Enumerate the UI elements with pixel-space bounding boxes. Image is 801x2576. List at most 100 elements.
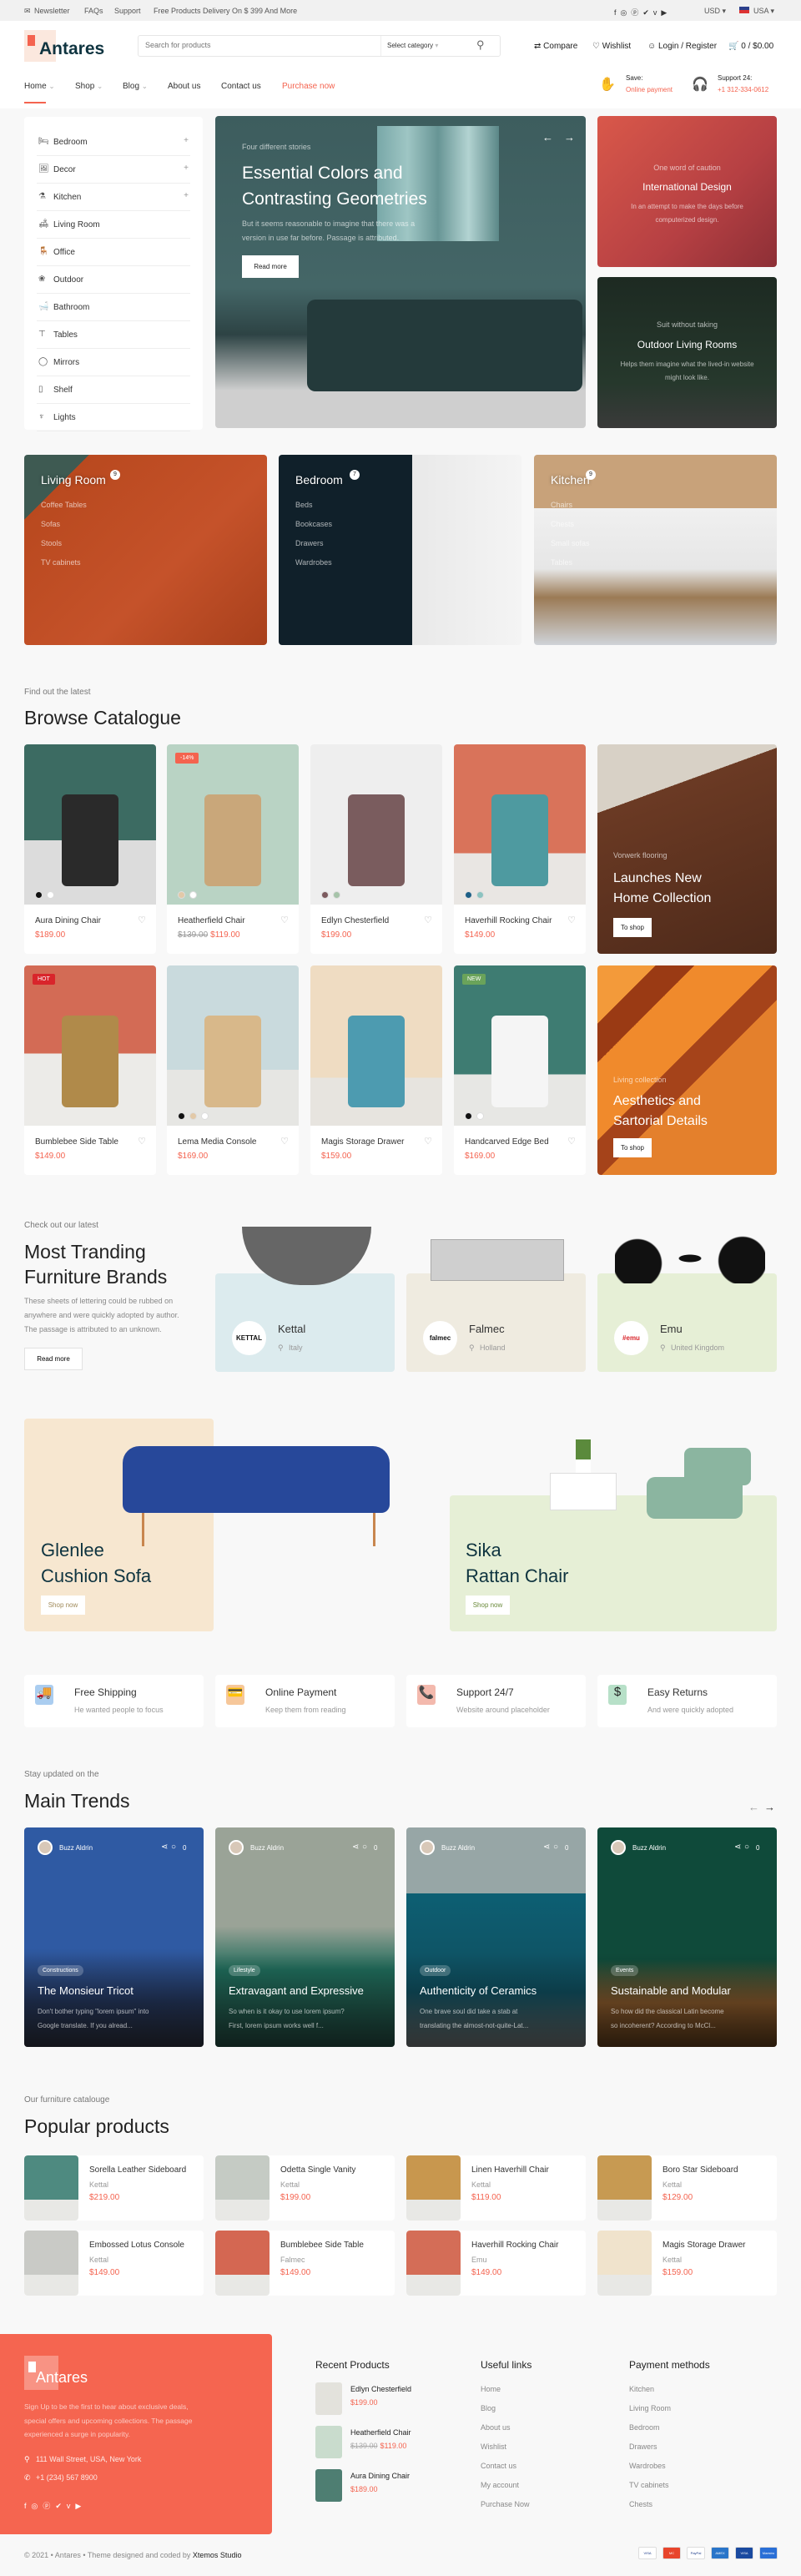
shop-now-button[interactable]: Shop now xyxy=(41,1596,85,1615)
shop-now-button[interactable]: Shop now xyxy=(466,1596,510,1615)
tile-link[interactable]: Small sofas xyxy=(551,539,590,547)
nav-shop[interactable]: Shop ⌄ xyxy=(75,82,103,91)
tile-link[interactable]: Chairs xyxy=(551,501,572,509)
color-swatch[interactable] xyxy=(189,891,197,899)
footer-social-icons[interactable]: f◎ⓟ✔v▶ xyxy=(24,2500,86,2511)
to-shop-button[interactable]: To shop xyxy=(613,1138,652,1157)
category-tile-bedroom[interactable]: Bedroom 7 Beds Bookcases Drawers Wardrobes xyxy=(279,455,521,645)
recent-product-name[interactable]: Heatherfield Chair xyxy=(350,2428,411,2437)
post-tag[interactable]: Outdoor xyxy=(420,1965,451,1976)
side-banner-international[interactable]: One word of caution International Design… xyxy=(597,116,777,267)
post-author[interactable]: Buzz Aldrin xyxy=(632,1844,666,1852)
color-swatch[interactable] xyxy=(321,891,329,899)
trends-next-icon[interactable]: → xyxy=(764,1801,775,1813)
comment-icon[interactable]: ○ xyxy=(362,1843,367,1852)
footer-link[interactable]: Contact us xyxy=(481,2462,516,2470)
footer-category-link[interactable]: Drawers xyxy=(629,2442,657,2451)
color-swatch[interactable] xyxy=(333,891,340,899)
sidebar-item-outdoor[interactable]: ❀ Outdoor xyxy=(37,266,190,294)
tile-link[interactable]: Coffee Tables xyxy=(41,501,87,509)
color-swatch[interactable] xyxy=(201,1112,209,1120)
popular-product[interactable]: Linen Haverhill Chair Kettal $119.00 xyxy=(406,2155,586,2221)
social-icons[interactable]: f◎ⓟ✔v▶ xyxy=(614,7,671,18)
color-swatch[interactable] xyxy=(476,891,484,899)
currency-select[interactable]: USD ▾ xyxy=(704,7,726,16)
sidebar-item-bedroom[interactable]: 🛏 Bedroom + xyxy=(37,129,190,156)
brand-card-falmec[interactable]: falmec Falmec ⚲ Holland xyxy=(406,1273,586,1372)
plus-icon[interactable]: + xyxy=(184,164,189,173)
popular-product[interactable]: Magis Storage Drawer Kettal $159.00 xyxy=(597,2231,777,2296)
post-tag[interactable]: Lifestyle xyxy=(229,1965,260,1976)
color-swatch[interactable] xyxy=(465,891,472,899)
tile-link[interactable]: TV cabinets xyxy=(41,558,81,567)
topbar-link-support[interactable]: Support xyxy=(114,7,141,15)
footer-link[interactable]: Blog xyxy=(481,2404,496,2412)
share-icon[interactable]: ⋖ xyxy=(161,1843,168,1852)
tile-link[interactable]: Drawers xyxy=(295,539,324,547)
wishlist-heart-icon[interactable]: ♡ xyxy=(280,915,289,925)
footer-category-link[interactable]: Kitchen xyxy=(629,2385,654,2393)
footer-link[interactable]: Home xyxy=(481,2385,501,2393)
footer-category-link[interactable]: Wardrobes xyxy=(629,2462,666,2470)
share-icon[interactable]: ⋖ xyxy=(543,1843,550,1852)
footer-category-link[interactable]: Living Room xyxy=(629,2404,671,2412)
post-title[interactable]: Sustainable and Modular xyxy=(611,1984,731,1997)
product-name[interactable]: Edlyn Chesterfield xyxy=(321,916,389,925)
footer-link[interactable]: Purchase Now xyxy=(481,2500,530,2508)
sidebar-item-mirrors[interactable]: ◯ Mirrors xyxy=(37,349,190,376)
post-tag[interactable]: Constructions xyxy=(38,1965,83,1976)
category-select[interactable]: Select category ▾ xyxy=(387,42,438,49)
recent-product-image[interactable] xyxy=(315,2426,342,2458)
post-author[interactable]: Buzz Aldrin xyxy=(59,1844,93,1852)
arrow-right-icon[interactable]: → xyxy=(564,131,575,144)
color-swatch[interactable] xyxy=(178,1112,185,1120)
promo-banner[interactable]: Living collection Aesthetics and Sartorial… xyxy=(597,965,777,1175)
footer-category-link[interactable]: Bedroom xyxy=(629,2423,660,2432)
product-name[interactable]: Magis Storage Drawer xyxy=(321,1137,404,1147)
brand-card-emu[interactable]: #emu Emu ⚲ United Kingdom xyxy=(597,1273,777,1372)
color-swatch[interactable] xyxy=(465,1112,472,1120)
nav-contact[interactable]: Contact us xyxy=(221,82,261,91)
trends-prev-icon[interactable]: ← xyxy=(748,1801,759,1813)
product-card[interactable]: HOT Bumblebee Side Table ♡ $149.00 xyxy=(24,965,156,1175)
promo-banner[interactable]: Vorwerk flooring Launches New Home Collect… xyxy=(597,744,777,954)
country-select[interactable]: USA ▾ xyxy=(753,7,774,16)
post-title[interactable]: The Monsieur Tricot xyxy=(38,1984,134,1997)
tile-link[interactable]: Chests xyxy=(551,520,574,528)
post-author[interactable]: Buzz Aldrin xyxy=(441,1844,475,1852)
footer-link[interactable]: About us xyxy=(481,2423,511,2432)
product-name[interactable]: Aura Dining Chair xyxy=(35,916,101,925)
wishlist-heart-icon[interactable]: ♡ xyxy=(424,1136,432,1147)
search-input[interactable] xyxy=(145,41,370,49)
cart-link[interactable]: 🛒 0 / $0.00 xyxy=(728,42,773,51)
trend-post-card[interactable]: Buzz Aldrin ⋖ ○ 0 Outdoor Authenticity of Cer… xyxy=(406,1827,586,2047)
wishlist-link[interactable]: ♡ Wishlist xyxy=(592,42,631,51)
product-name[interactable]: Handcarved Edge Bed xyxy=(465,1137,549,1147)
share-icon[interactable]: ⋖ xyxy=(734,1843,741,1852)
nav-blog[interactable]: Blog ⌄ xyxy=(123,82,148,91)
copyright-brand-link[interactable]: Xtemos Studio xyxy=(193,2551,242,2559)
trend-post-card[interactable]: Buzz Aldrin ⋖ ○ 0 Events Sustainable and Modu… xyxy=(597,1827,777,2047)
color-swatch[interactable] xyxy=(178,891,185,899)
product-card[interactable]: NEW Handcarved Edge Bed ♡ $169.00 xyxy=(454,965,586,1175)
product-card[interactable]: Aura Dining Chair ♡ $189.00 xyxy=(24,744,156,954)
post-title[interactable]: Extravagant and Expressive xyxy=(229,1984,364,1997)
post-title[interactable]: Authenticity of Ceramics xyxy=(420,1984,537,1997)
plus-icon[interactable]: + xyxy=(184,136,189,145)
popular-product[interactable]: Odetta Single Vanity Kettal $199.00 xyxy=(215,2155,395,2221)
plus-icon[interactable]: + xyxy=(184,191,189,200)
tile-link[interactable]: Beds xyxy=(295,501,313,509)
footer-category-link[interactable]: TV cabinets xyxy=(629,2481,669,2489)
popular-product[interactable]: Embossed Lotus Console Kettal $149.00 xyxy=(24,2231,204,2296)
product-name[interactable]: Lema Media Console xyxy=(178,1137,257,1147)
recent-product-image[interactable] xyxy=(315,2469,342,2502)
wishlist-heart-icon[interactable]: ♡ xyxy=(280,1136,289,1147)
sidebar-item-living-room[interactable]: 🛋 Living Room xyxy=(37,211,190,239)
comment-icon[interactable]: ○ xyxy=(553,1843,558,1852)
color-swatch[interactable] xyxy=(47,891,54,899)
color-swatch[interactable] xyxy=(189,1112,197,1120)
brands-read-more-button[interactable]: Read more xyxy=(24,1348,83,1370)
share-icon[interactable]: ⋖ xyxy=(352,1843,359,1852)
product-card[interactable]: Magis Storage Drawer ♡ $159.00 xyxy=(310,965,442,1175)
to-shop-button[interactable]: To shop xyxy=(613,918,652,937)
